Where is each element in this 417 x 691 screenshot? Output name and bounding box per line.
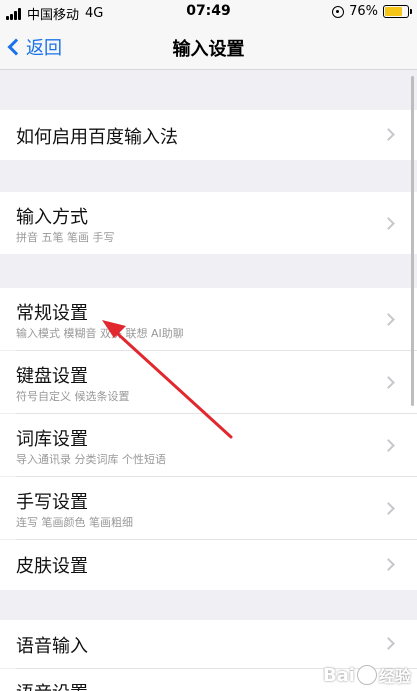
row-title: 语音输入 <box>16 636 88 657</box>
row-subtitle: 符号自定义 候选条设置 <box>16 390 130 403</box>
row-keyboard-settings[interactable]: 键盘设置 符号自定义 候选条设置 <box>0 351 417 413</box>
row-title: 常规设置 <box>16 303 88 324</box>
row-handwriting-settings[interactable]: 手写设置 连写 笔画颜色 笔画粗细 <box>0 477 417 539</box>
row-input-method[interactable]: 输入方式 拼音 五笔 笔画 手写 <box>0 192 417 254</box>
watermark-brand: Bai <box>322 664 355 686</box>
row-title: 输入方式 <box>16 207 88 228</box>
chevron-right-icon <box>382 376 395 389</box>
row-subtitle: 导入通讯录 分类词库 个性短语 <box>16 453 166 466</box>
row-title: 词库设置 <box>16 429 88 450</box>
row-general-settings[interactable]: 常规设置 输入模式 模糊音 双拼 联想 AI助聊 <box>0 288 417 350</box>
row-subtitle: 输入模式 模糊音 双拼 联想 AI助聊 <box>16 327 184 340</box>
status-bar: 中国移动 4G 07:49 76% <box>0 0 417 24</box>
row-subtitle: 拼音 五笔 笔画 手写 <box>16 231 115 244</box>
watermark-suffix: 经验 <box>378 667 411 686</box>
row-title: 键盘设置 <box>16 366 88 387</box>
status-right: 76% <box>332 4 412 19</box>
row-title: 皮肤设置 <box>16 556 88 577</box>
chevron-right-icon <box>382 558 395 571</box>
row-title: 如何启用百度输入法 <box>16 127 178 148</box>
chevron-right-icon <box>382 217 395 230</box>
watermark-logo: Bai 经验 <box>323 663 411 687</box>
scrollbar[interactable] <box>411 76 414 406</box>
chevron-right-icon <box>382 637 395 650</box>
row-subtitle: 连写 笔画颜色 笔画粗细 <box>16 516 133 529</box>
navigation-bar: 返回 输入设置 <box>0 24 417 70</box>
row-enable-guide[interactable]: 如何启用百度输入法 <box>0 110 417 160</box>
rotation-lock-icon <box>332 5 345 18</box>
page-title: 输入设置 <box>172 39 245 60</box>
chevron-right-icon <box>382 502 395 515</box>
battery-percent: 76% <box>349 4 378 19</box>
row-skin-settings[interactable]: 皮肤设置 <box>0 540 417 590</box>
paw-icon <box>356 665 377 685</box>
chevron-right-icon <box>382 128 395 141</box>
chevron-right-icon <box>382 313 395 326</box>
battery-icon <box>383 5 412 18</box>
chevron-right-icon <box>382 439 395 452</box>
row-dictionary-settings[interactable]: 词库设置 导入通讯录 分类词库 个性短语 <box>0 414 417 476</box>
row-title: 语音设置 <box>16 679 88 691</box>
row-title: 手写设置 <box>16 492 88 513</box>
row-voice-input[interactable]: 语音输入 <box>0 620 417 668</box>
